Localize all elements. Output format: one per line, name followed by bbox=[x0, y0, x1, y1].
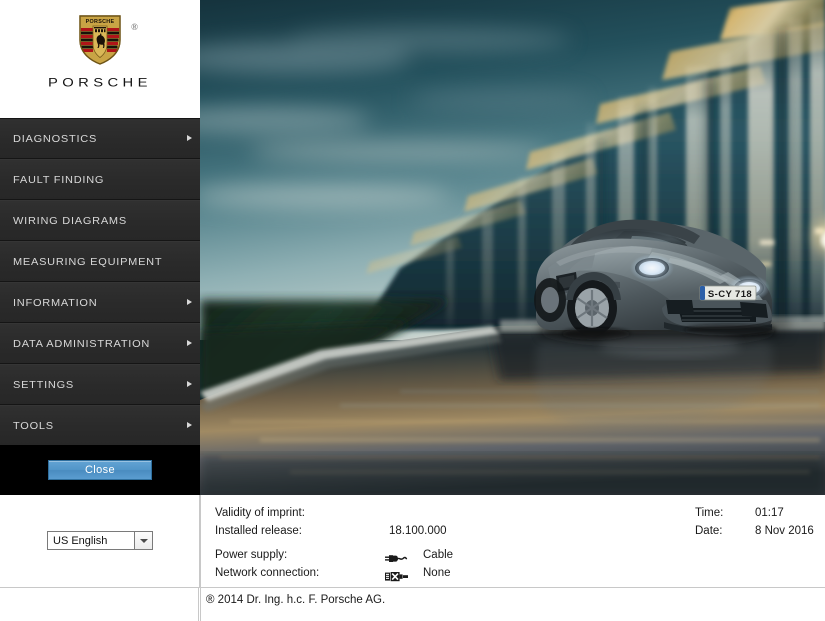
power-supply-value: Cable bbox=[423, 549, 453, 561]
sidebar-item-diagnostics[interactable]: DIAGNOSTICS bbox=[0, 118, 200, 159]
sidebar-item-data-administration[interactable]: DATA ADMINISTRATION bbox=[0, 323, 200, 364]
brand-logo-area: PORSCHE bbox=[0, 0, 200, 118]
sidebar-item-measuring-equipment[interactable]: MEASURING EQUIPMENT bbox=[0, 241, 200, 282]
time-value: 01:17 bbox=[755, 507, 784, 519]
left-column: PORSCHE bbox=[0, 0, 200, 621]
hero-vehicle-image: S-CY 718 bbox=[200, 0, 825, 495]
license-plate-text: S-CY 718 bbox=[708, 289, 752, 300]
network-connection-value: None bbox=[423, 567, 451, 579]
left-footer-filler bbox=[0, 588, 199, 621]
sidebar-item-fault-finding[interactable]: FAULT FINDING bbox=[0, 159, 200, 200]
close-button-panel: Close bbox=[0, 445, 200, 495]
porsche-piwis-application: PORSCHE bbox=[0, 0, 825, 621]
chevron-right-icon bbox=[187, 340, 192, 346]
date-value: 8 Nov 2016 bbox=[755, 525, 814, 537]
sidebar-item-information[interactable]: INFORMATION bbox=[0, 282, 200, 323]
sidebar-item-label: DIAGNOSTICS bbox=[13, 133, 97, 144]
network-connection-label: Network connection: bbox=[215, 567, 319, 579]
power-plug-icon bbox=[385, 551, 415, 562]
chevron-right-icon bbox=[187, 422, 192, 428]
language-select-value: US English bbox=[48, 532, 134, 549]
sidebar-item-label: TOOLS bbox=[13, 420, 54, 431]
installed-release-label: Installed release: bbox=[215, 525, 302, 537]
sidebar-item-label: DATA ADMINISTRATION bbox=[13, 338, 150, 349]
chevron-right-icon bbox=[187, 381, 192, 387]
copyright-bar: ® 2014 Dr. Ing. h.c. F. Porsche AG. bbox=[200, 588, 825, 621]
language-panel: US English bbox=[0, 495, 200, 588]
installed-release-value: 18.100.000 bbox=[389, 525, 447, 537]
porsche-crest-icon: PORSCHE bbox=[78, 14, 122, 66]
power-supply-label: Power supply: bbox=[215, 549, 287, 561]
sidebar-item-settings[interactable]: SETTINGS bbox=[0, 364, 200, 405]
date-label: Date: bbox=[695, 525, 723, 537]
porsche-wordmark: PORSCHE bbox=[48, 76, 152, 89]
sidebar-item-label: SETTINGS bbox=[13, 379, 74, 390]
close-button[interactable]: Close bbox=[48, 460, 152, 480]
sidebar-item-tools[interactable]: TOOLS bbox=[0, 405, 200, 446]
copyright-text: ® 2014 Dr. Ing. h.c. F. Porsche AG. bbox=[206, 594, 385, 606]
language-select[interactable]: US English bbox=[47, 531, 153, 550]
network-disconnected-icon bbox=[385, 569, 415, 580]
status-info-panel: Validity of imprint: Installed release: … bbox=[200, 495, 825, 588]
chevron-right-icon bbox=[187, 135, 192, 141]
sidebar-item-label: MEASURING EQUIPMENT bbox=[13, 256, 162, 267]
main-navigation: DIAGNOSTICS FAULT FINDING WIRING DIAGRAM… bbox=[0, 118, 200, 445]
svg-text:PORSCHE: PORSCHE bbox=[86, 19, 115, 25]
chevron-right-icon bbox=[187, 299, 192, 305]
sidebar-item-wiring-diagrams[interactable]: WIRING DIAGRAMS bbox=[0, 200, 200, 241]
sidebar-item-label: INFORMATION bbox=[13, 297, 97, 308]
chevron-down-icon[interactable] bbox=[134, 532, 152, 549]
sidebar-item-label: WIRING DIAGRAMS bbox=[13, 215, 127, 226]
sidebar-item-label: FAULT FINDING bbox=[13, 174, 104, 185]
validity-label: Validity of imprint: bbox=[215, 507, 305, 519]
time-label: Time: bbox=[695, 507, 723, 519]
registered-trademark-icon: ® bbox=[131, 22, 138, 32]
